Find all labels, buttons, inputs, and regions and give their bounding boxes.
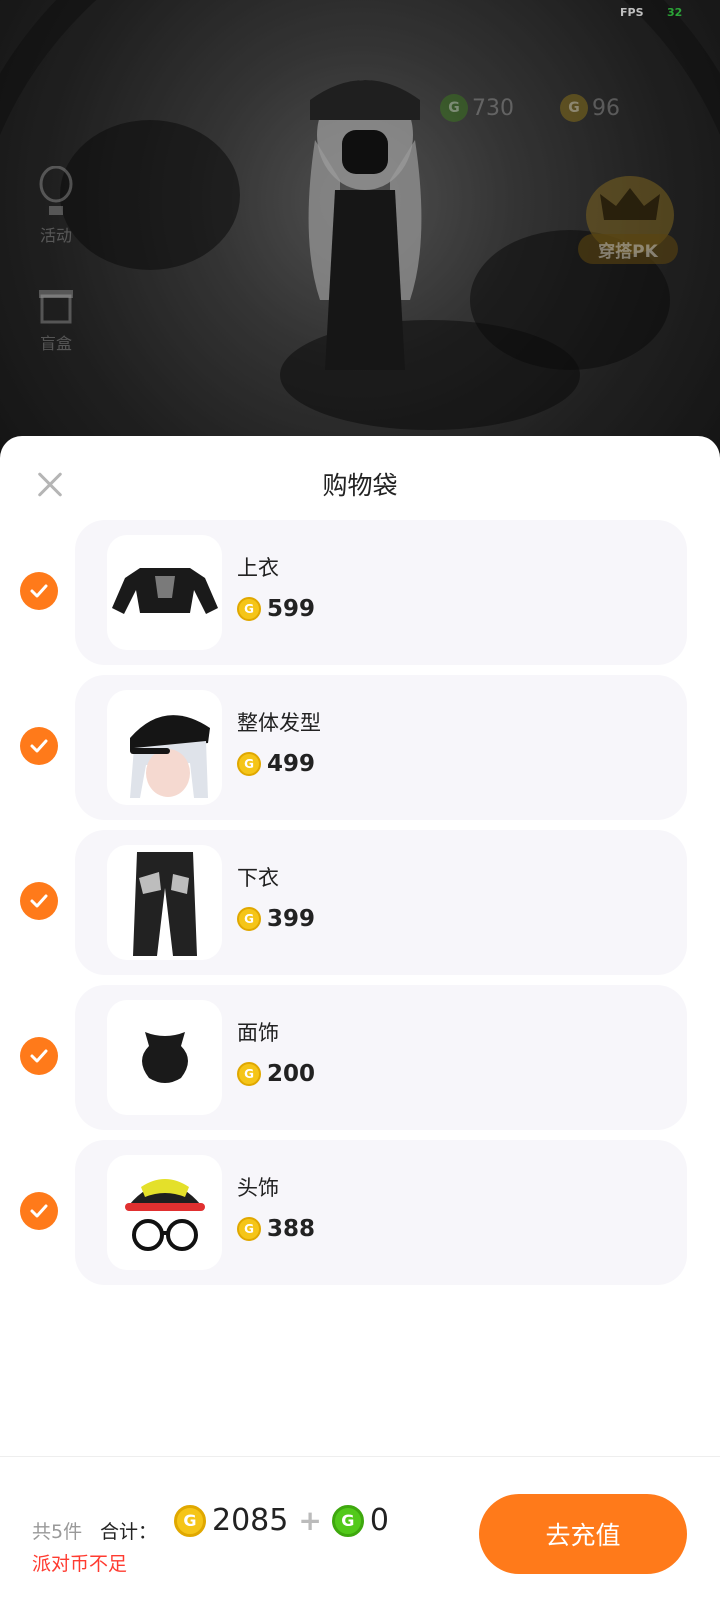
insufficient-funds-warning: 派对币不足 [32,1553,128,1575]
gold-coin-icon: G [237,752,261,776]
item-thumbnail [107,1000,222,1115]
total-label: 合计： [100,1521,158,1543]
item-checkbox[interactable] [20,572,58,610]
item-thumbnail [107,690,222,805]
item-thumbnail [107,535,222,650]
item-name: 头饰 [237,1176,279,1200]
item-name: 整体发型 [237,711,321,735]
total-green-value: 0 [369,1503,389,1538]
gold-coin-icon: G [237,1062,261,1086]
jacket-icon [111,567,218,614]
list-item: 上衣 G 599 [0,520,720,665]
item-thumbnail [107,1155,222,1270]
pants-icon [132,851,197,956]
item-card[interactable]: 整体发型 G 499 [75,675,687,820]
face-mask-icon [141,1031,188,1083]
plus-sign: + [298,1504,322,1537]
item-price: G 200 [237,1061,315,1087]
item-price: G 388 [237,1216,315,1242]
checkmark-icon [30,739,48,753]
item-thumbnail [107,845,222,960]
list-item: 面饰 G 200 [0,985,720,1130]
item-price: G 399 [237,906,315,932]
checkout-footer: 共5件 合计： G 2085 + G 0 派对币不足 去充值 [0,1456,720,1612]
item-price-value: 399 [267,906,316,932]
modal-backdrop[interactable] [0,0,720,460]
item-count: 共5件 [32,1521,83,1543]
headwear-icon [124,1178,205,1251]
item-name: 下衣 [237,866,279,890]
gold-coin-icon: G [237,907,261,931]
list-item: 下衣 G 399 [0,830,720,975]
item-card[interactable]: 上衣 G 599 [75,520,687,665]
item-price-value: 200 [267,1061,316,1087]
green-coin-icon: G [331,1504,364,1537]
item-card[interactable]: 下衣 G 399 [75,830,687,975]
gold-coin-icon: G [174,1504,206,1537]
item-checkbox[interactable] [20,727,58,765]
item-name: 上衣 [237,556,279,580]
list-item: 整体发型 G 499 [0,675,720,820]
sheet-title: 购物袋 [322,471,398,500]
item-checkbox[interactable] [20,882,58,920]
checkmark-icon [30,1049,48,1063]
item-checkbox[interactable] [20,1037,58,1075]
item-price: G 599 [237,596,315,622]
total-amount: G 2085 + G 0 [174,1503,389,1538]
checkmark-icon [30,894,48,908]
list-item: 头饰 G 388 [0,1140,720,1285]
item-price: G 499 [237,751,315,777]
gold-coin-icon: G [237,597,261,621]
total-gold-value: 2085 [212,1503,289,1538]
gold-coin-icon: G [237,1217,261,1241]
item-card[interactable]: 面饰 G 200 [75,985,687,1130]
shopping-bag-sheet: 购物袋 上衣 G 599 整体发型 G 499 下衣 G 399 面饰 G 20… [0,436,720,1612]
item-price-value: 499 [267,751,316,777]
hairstyle-icon [129,714,210,798]
item-price-value: 388 [267,1216,316,1242]
recharge-button[interactable]: 去充值 [479,1494,687,1574]
item-card[interactable]: 头饰 G 388 [75,1140,687,1285]
item-checkbox[interactable] [20,1192,58,1230]
item-price-value: 599 [267,596,316,622]
item-name: 面饰 [237,1021,279,1045]
checkmark-icon [30,1204,48,1218]
checkmark-icon [30,584,48,598]
